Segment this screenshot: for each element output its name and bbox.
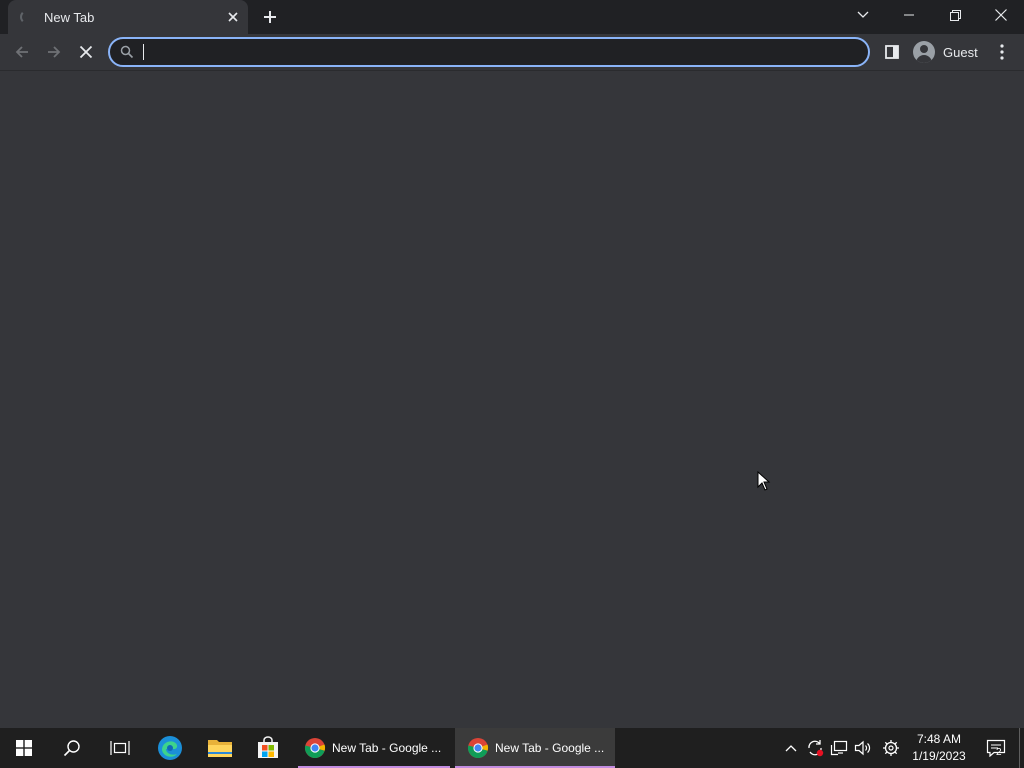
- close-icon: [995, 9, 1007, 21]
- omnibox[interactable]: [108, 37, 870, 67]
- restore-icon: [949, 9, 961, 21]
- forward-button[interactable]: [40, 38, 68, 66]
- text-caret: [143, 44, 144, 60]
- chevron-down-icon: [857, 11, 869, 18]
- sync-tray-button[interactable]: [803, 728, 827, 768]
- browser-menu-button[interactable]: [992, 40, 1012, 64]
- sync-icon: [808, 740, 824, 757]
- action-center-button[interactable]: 2: [980, 728, 1012, 768]
- mouse-cursor-icon: [757, 471, 771, 491]
- guest-avatar-icon: [913, 41, 935, 63]
- restore-button[interactable]: [932, 0, 978, 30]
- stop-loading-icon: [79, 45, 93, 59]
- taskbar-search-button[interactable]: [48, 728, 96, 768]
- stop-loading-button[interactable]: [72, 38, 100, 66]
- volume-tray-button[interactable]: [851, 728, 875, 768]
- minimize-icon: [904, 14, 914, 16]
- side-panel-button[interactable]: [880, 40, 904, 64]
- file-explorer-icon: [208, 740, 232, 757]
- network-tray-button[interactable]: [827, 728, 851, 768]
- tab-search-button[interactable]: [840, 0, 886, 30]
- taskbar: New Tab - Google ... New Tab - Google ..…: [0, 728, 1024, 768]
- file-explorer-button[interactable]: [196, 728, 244, 768]
- browser-tab[interactable]: New Tab: [8, 0, 248, 34]
- profile-label: Guest: [943, 44, 978, 60]
- plus-icon: [264, 11, 276, 23]
- notification-count: 2: [996, 747, 1002, 758]
- volume-icon: [854, 740, 871, 756]
- tab-title: New Tab: [44, 10, 95, 25]
- browser-toolbar: Guest: [0, 34, 1024, 71]
- store-button[interactable]: [244, 728, 292, 768]
- page-content: [0, 71, 1024, 728]
- new-tab-button[interactable]: [258, 5, 282, 29]
- back-arrow-icon: [15, 46, 28, 58]
- side-panel-icon: [885, 45, 899, 59]
- taskbar-app-label: New Tab - Google ...: [495, 741, 605, 755]
- address-input[interactable]: [140, 41, 843, 63]
- tab-strip: New Tab: [0, 0, 1024, 34]
- profile-button[interactable]: Guest: [910, 38, 982, 66]
- search-icon: [63, 740, 80, 757]
- task-view-button[interactable]: [96, 728, 144, 768]
- clock-date: 1/19/2023: [912, 749, 966, 763]
- window-close-button[interactable]: [978, 0, 1024, 30]
- settings-tray-button[interactable]: [878, 728, 904, 768]
- edge-icon: [158, 736, 182, 760]
- task-view-icon: [110, 741, 130, 755]
- windows-start-icon: [16, 740, 32, 756]
- forward-arrow-icon: [48, 46, 61, 58]
- back-button[interactable]: [8, 38, 36, 66]
- search-icon: [120, 45, 134, 59]
- network-icon: [830, 740, 848, 756]
- show-desktop-button[interactable]: [1019, 728, 1020, 768]
- start-button[interactable]: [0, 728, 48, 768]
- chevron-up-icon: [785, 745, 797, 752]
- edge-button[interactable]: [146, 728, 194, 768]
- chrome-icon: [467, 738, 489, 759]
- chrome-icon: [304, 738, 326, 759]
- minimize-button[interactable]: [886, 0, 932, 30]
- taskbar-app-chrome-1[interactable]: New Tab - Google ...: [298, 728, 450, 768]
- store-icon: [258, 736, 278, 758]
- show-hidden-icons-button[interactable]: [780, 728, 802, 768]
- clock-time: 7:48 AM: [916, 732, 962, 746]
- taskbar-app-label: New Tab - Google ...: [332, 741, 442, 755]
- settings-icon: [883, 740, 899, 756]
- spinner-icon: [20, 10, 34, 24]
- system-clock[interactable]: 7:48 AM 1/19/2023: [906, 731, 972, 765]
- taskbar-app-chrome-2[interactable]: New Tab - Google ...: [455, 728, 615, 768]
- kebab-menu-icon: [1000, 44, 1004, 60]
- tab-close-icon[interactable]: [224, 8, 242, 26]
